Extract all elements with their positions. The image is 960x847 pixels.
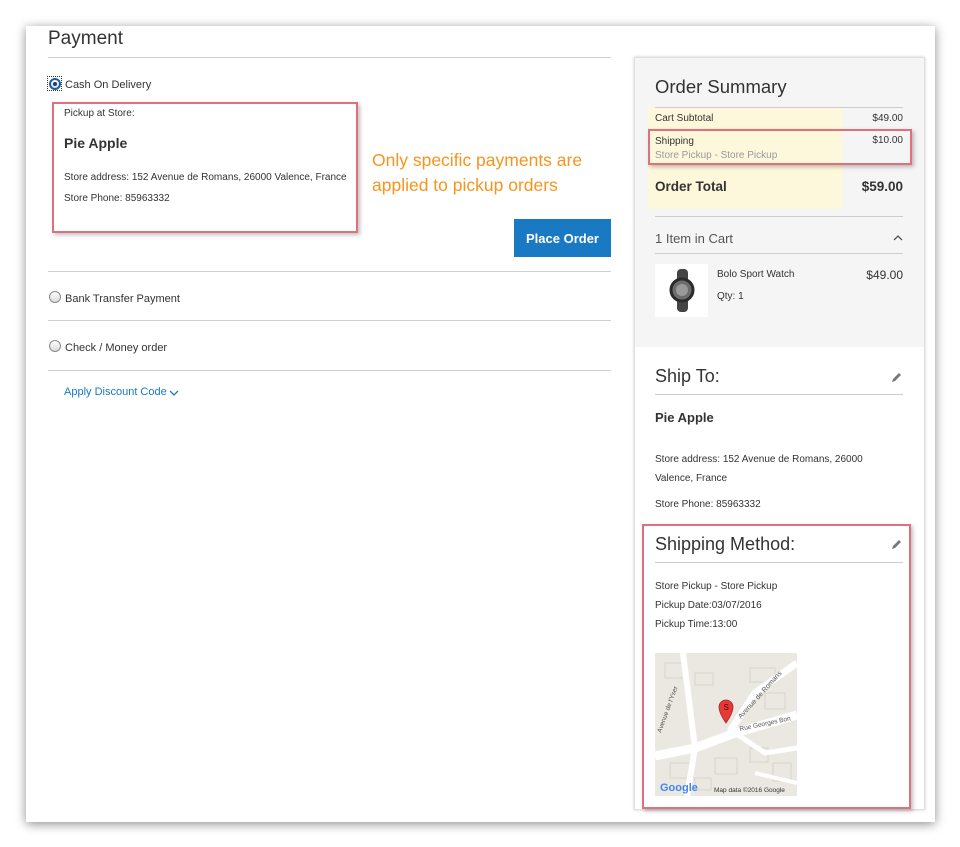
map-graphic: Avenue de Romans Rue Georges Bon Avenue …: [655, 653, 797, 796]
shipping-method-name: Store Pickup - Store Pickup: [655, 581, 778, 592]
divider: [48, 370, 611, 371]
product-thumbnail: [655, 264, 708, 317]
divider: [655, 107, 903, 108]
ship-to-address-line2: Valence, France: [655, 473, 728, 484]
pickup-heading: Pickup at Store:: [64, 108, 135, 119]
divider: [48, 57, 611, 58]
payment-title: Payment: [48, 28, 123, 49]
chevron-up-icon[interactable]: [893, 234, 903, 242]
order-total-label: Order Total: [655, 179, 727, 194]
order-summary-title: Order Summary: [655, 76, 787, 97]
divider: [655, 562, 903, 563]
shipping-method-title: Shipping Method:: [655, 534, 796, 554]
annotation-line1: Only specific payments are: [372, 150, 583, 170]
watch-icon: [669, 269, 695, 312]
radio-bank-transfer[interactable]: [49, 291, 61, 303]
pickup-time: Pickup Time:13:00: [655, 619, 738, 630]
item-name: Bolo Sport Watch: [717, 269, 795, 280]
pickup-address: Store address: 152 Avenue de Romans, 260…: [64, 172, 347, 183]
place-order-button[interactable]: Place Order: [514, 219, 611, 257]
edit-pencil-icon[interactable]: [891, 538, 903, 550]
ship-to-phone: Store Phone: 85963332: [655, 499, 761, 510]
annotation-line2: applied to pickup orders: [372, 175, 558, 195]
chevron-down-icon[interactable]: [169, 389, 179, 397]
pickup-date: Pickup Date:03/07/2016: [655, 600, 762, 611]
cart-subtotal-label: Cart Subtotal: [655, 113, 714, 124]
label-check-money-order[interactable]: Check / Money order: [65, 342, 167, 354]
pickup-info-highlight: [52, 102, 358, 233]
order-total-value: $59.00: [861, 179, 903, 194]
divider: [48, 320, 611, 321]
radio-check-money-order[interactable]: [49, 340, 61, 352]
ship-to-title: Ship To:: [655, 366, 720, 386]
shipping-method-summary: Store Pickup - Store Pickup: [655, 150, 778, 161]
shipping-value: $10.00: [872, 135, 903, 146]
map-marker-label: S: [724, 703, 729, 712]
items-in-cart-toggle[interactable]: 1 Item in Cart: [655, 231, 733, 246]
divider: [655, 394, 903, 395]
divider: [48, 271, 611, 272]
focus-outline: [47, 76, 62, 91]
map-attribution: Map data ©2016 Google: [714, 786, 785, 794]
item-price: $49.00: [866, 268, 903, 282]
edit-pencil-icon[interactable]: [891, 371, 903, 383]
store-map[interactable]: Avenue de Romans Rue Georges Bon Avenue …: [655, 653, 797, 796]
label-cash-on-delivery[interactable]: Cash On Delivery: [65, 79, 151, 91]
divider: [655, 253, 903, 254]
label-bank-transfer[interactable]: Bank Transfer Payment: [65, 293, 180, 305]
divider: [655, 216, 903, 217]
apply-discount-link[interactable]: Apply Discount Code: [64, 386, 167, 398]
item-qty: Qty: 1: [717, 291, 744, 302]
shipping-label: Shipping: [655, 136, 694, 147]
google-logo: Google: [660, 782, 698, 794]
pickup-phone: Store Phone: 85963332: [64, 193, 170, 204]
cart-subtotal-value: $49.00: [872, 113, 903, 124]
pickup-store-name: Pie Apple: [64, 135, 128, 151]
ship-to-address-line1: Store address: 152 Avenue de Romans, 260…: [655, 454, 863, 465]
ship-to-name: Pie Apple: [655, 410, 714, 425]
